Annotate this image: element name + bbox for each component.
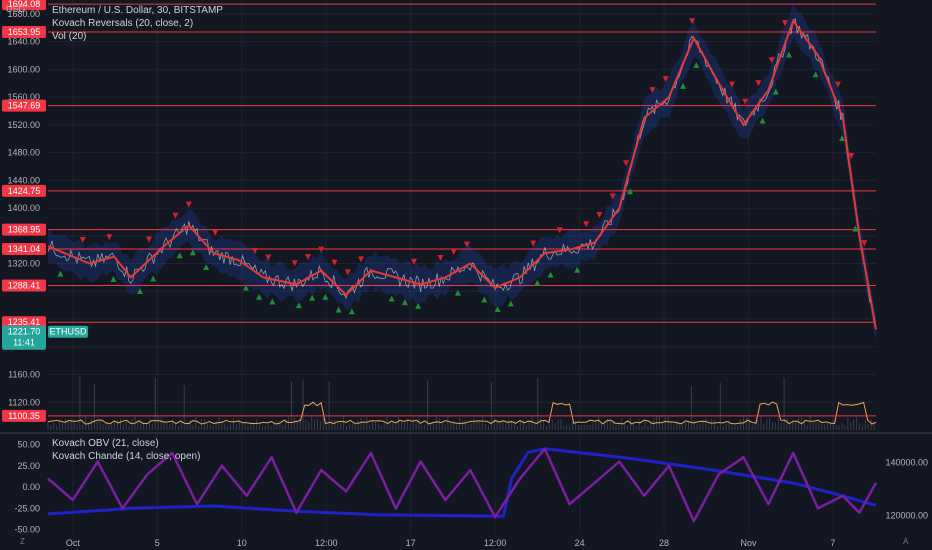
time-axis-tick-label: 5 — [155, 538, 160, 548]
price-level-tag: 1547.69 — [8, 101, 41, 111]
time-axis-tick-label: 10 — [237, 538, 247, 548]
legend-indicator-obv[interactable]: Kovach OBV (21, close) — [52, 438, 159, 449]
price-axis-tick-label: 1480.00 — [7, 148, 40, 158]
oscillator-axis-tick-label: 0.00 — [22, 482, 40, 492]
time-axis-tick-label: Oct — [66, 538, 81, 548]
price-level-tag: 1424.75 — [8, 186, 41, 196]
time-axis-tick-label: Nov — [740, 538, 757, 548]
price-axis-tick-label: 1160.00 — [8, 370, 40, 380]
oscillator-axis-tick-label: 50.00 — [17, 440, 40, 450]
symbol-badge: ETHUSD — [49, 327, 87, 337]
chart-canvas[interactable]: 1694.081680.001653.951640.001600.001560.… — [0, 0, 932, 550]
price-level-tag: 1341.04 — [8, 244, 41, 254]
price-axis-tick-label: 1440.00 — [7, 175, 40, 185]
price-axis-tick-label: 1120.00 — [8, 397, 40, 407]
price-axis-tick-label: 1520.00 — [7, 120, 40, 130]
obv-axis-tick-label: 140000.00 — [885, 457, 928, 467]
price-level-tag: 1100.35 — [8, 411, 40, 421]
legend-indicator-chande[interactable]: Kovach Chande (14, close, open) — [52, 451, 200, 462]
price-level-tag: 1288.41 — [8, 280, 41, 290]
legend-symbol-title[interactable]: Ethereum / U.S. Dollar, 30, BITSTAMP — [52, 5, 223, 16]
time-axis-tick-label: 17 — [406, 538, 416, 548]
time-axis-tick-label: 12:00 — [484, 538, 507, 548]
time-axis-tick-label: 7 — [830, 538, 835, 548]
auto-scale-corner-label[interactable]: A — [903, 537, 908, 546]
price-axis-tick-label: 1400.00 — [7, 203, 40, 213]
price-level-tag: 1368.95 — [8, 225, 41, 235]
time-axis-tick-label: 24 — [575, 538, 585, 548]
legend-indicator-reversals[interactable]: Kovach Reversals (20, close, 2) — [52, 18, 193, 29]
price-axis-tick-label: 1600.00 — [7, 64, 40, 74]
price-level-tag: 1235.41 — [8, 317, 41, 327]
time-axis-tick-label: 28 — [659, 538, 669, 548]
timezone-corner-label[interactable]: Z — [20, 537, 25, 546]
price-level-tag: 1653.95 — [8, 27, 41, 37]
current-price-value: 1221.70 — [8, 327, 41, 337]
current-price-countdown: 11:41 — [13, 338, 35, 348]
time-axis-tick-label: 12:00 — [315, 538, 338, 548]
obv-axis-tick-label: 120000.00 — [885, 510, 928, 520]
price-axis-tick-label: 1320.00 — [7, 259, 40, 269]
oscillator-axis-tick-label: -50.00 — [14, 525, 40, 535]
legend-indicator-volume[interactable]: Vol (20) — [52, 31, 86, 42]
axis-currency-label: USD — [6, 4, 26, 14]
oscillator-axis-tick-label: 25.00 — [17, 461, 40, 471]
oscillator-axis-tick-label: -25.00 — [14, 503, 40, 513]
price-axis-tick-label: 1640.00 — [7, 37, 40, 47]
